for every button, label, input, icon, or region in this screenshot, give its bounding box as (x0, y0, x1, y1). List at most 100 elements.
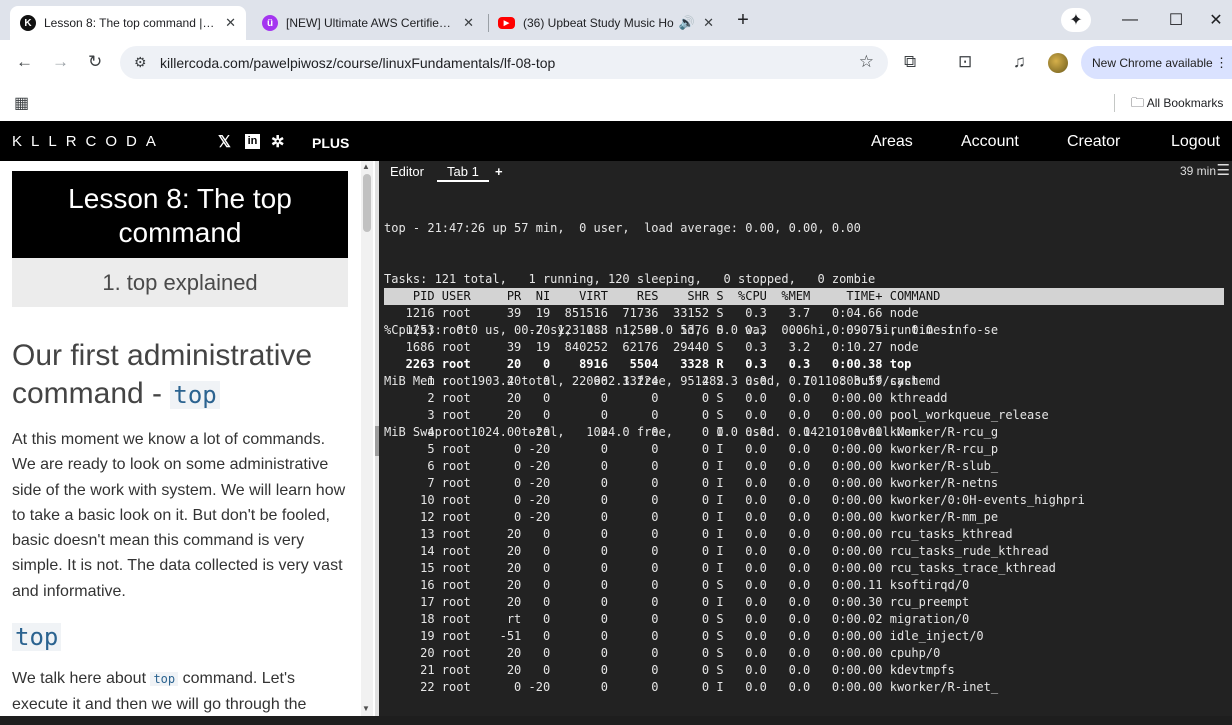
process-row: 1216 root 39 19 851516 71736 33152 S 0.3… (384, 306, 919, 320)
kebab-menu-icon[interactable]: ⋮ (1215, 55, 1228, 71)
udemy-icon: ü (262, 15, 278, 31)
para2-prefix: We talk here about (12, 670, 151, 687)
intro-paragraph: At this moment we know a lot of commands… (12, 431, 346, 600)
tab-title: (36) Upbeat Study Music Ho (523, 16, 674, 30)
audio-icon[interactable]: 🔊 (679, 15, 695, 31)
url-text[interactable]: killercoda.com/pawelpiwosz/course/linuxF… (160, 55, 555, 71)
minimize-icon[interactable]: — (1120, 8, 1140, 32)
process-row: 17 root 20 0 0 0 0 I 0.0 0.0 0:00.30 rcu… (384, 595, 970, 609)
process-table-header: PID USER PR NI VIRT RES SHR S %CPU %MEM … (384, 288, 1224, 305)
killercoda-icon: K (20, 15, 36, 31)
close-window-icon[interactable]: ✕ (1206, 8, 1226, 32)
profile-avatar[interactable] (1048, 53, 1068, 73)
bookmark-star-icon[interactable]: ☆ (859, 52, 874, 72)
process-row: 2263 root 20 0 8916 5504 3328 R 0.3 0.3 … (384, 357, 912, 371)
process-row: 14 root 20 0 0 0 0 I 0.0 0.0 0:00.00 rcu… (384, 544, 1049, 558)
killercoda-logo[interactable]: KLLRCODA (12, 133, 165, 150)
search-tabs-icon[interactable]: ⊡ (958, 52, 972, 72)
close-tab-icon[interactable]: ✕ (225, 15, 236, 31)
close-tab-icon[interactable]: ✕ (703, 15, 714, 31)
new-tab-button[interactable]: + (733, 8, 753, 32)
process-row: 4 root 0 -20 0 0 0 I 0.0 0.0 0:00.00 kwo… (384, 425, 999, 439)
extensions-icon[interactable]: ⧉ (904, 52, 916, 72)
process-row: 15 root 20 0 0 0 0 I 0.0 0.0 0:00.00 rcu… (384, 561, 1056, 575)
browser-tab-youtube[interactable]: ▶ (36) Upbeat Study Music Ho 🔊 ✕ (488, 6, 724, 40)
scroll-up-arrow-icon[interactable]: ▲ (362, 162, 370, 171)
process-row: 20 root 20 0 0 0 0 S 0.0 0.0 0:00.00 cpu… (384, 646, 941, 660)
summary-line: Tasks: 121 total, 1 running, 120 sleepin… (384, 272, 876, 286)
lesson-title: Lesson 8: The top command (12, 171, 348, 258)
process-row: 12 root 0 -20 0 0 0 I 0.0 0.0 0:00.00 kw… (384, 510, 999, 524)
all-bookmarks-button[interactable]: 🗀 All Bookmarks (1131, 94, 1223, 116)
hamburger-menu-icon[interactable]: ☰ (1217, 161, 1230, 179)
lesson-scrollbar[interactable] (361, 161, 373, 716)
tab-editor[interactable]: Editor (390, 164, 424, 179)
maximize-icon[interactable]: ☐ (1166, 8, 1186, 32)
browser-tab-strip: K Lesson 8: The top command | Pa ✕ ü [NE… (0, 0, 1232, 40)
heading-text: Our first administrative command - (12, 339, 313, 410)
forward-icon[interactable]: → (52, 52, 69, 72)
process-row: 5 root 0 -20 0 0 0 I 0.0 0.0 0:00.00 kwo… (384, 442, 999, 456)
browser-tab-udemy[interactable]: ü [NEW] Ultimate AWS Certified C ✕ (252, 6, 484, 40)
process-row: 1 root 20 0 22096 13224 9512 S 0.0 0.7 0… (384, 374, 941, 388)
slack-icon[interactable]: ✲ (271, 132, 284, 152)
tab-title: Lesson 8: The top command | Pa (44, 16, 218, 30)
tab-title: [NEW] Ultimate AWS Certified C (286, 16, 456, 30)
process-row: 22 root 0 -20 0 0 0 I 0.0 0.0 0:00.00 kw… (384, 680, 999, 694)
nav-logout[interactable]: Logout (1171, 133, 1220, 151)
reload-icon[interactable]: ↻ (88, 52, 102, 72)
media-controls-icon[interactable]: ♫ (1013, 52, 1026, 72)
address-bar[interactable]: ⚙ killercoda.com/pawelpiwosz/course/linu… (120, 46, 888, 79)
process-row: 2 root 20 0 0 0 0 S 0.0 0.0 0:00.00 kthr… (384, 391, 948, 405)
close-tab-icon[interactable]: ✕ (463, 15, 474, 31)
site-header: KLLRCODA 𝕏 in ✲ PLUS Areas Account Creat… (0, 121, 1232, 161)
step-title: 1. top explained (12, 258, 348, 307)
plus-link[interactable]: PLUS (312, 135, 349, 151)
site-info-icon[interactable]: ⚙ (134, 54, 147, 71)
terminal-tabs: Editor Tab 1 + 39 min ☰ (379, 161, 1232, 182)
all-bookmarks-label: All Bookmarks (1146, 96, 1224, 110)
second-paragraph: We talk here about top command. Let's ex… (12, 666, 352, 717)
process-row: 1686 root 39 19 840252 62176 29440 S 0.3… (384, 340, 919, 354)
process-row: 16 root 20 0 0 0 0 S 0.0 0.0 0:00.11 kso… (384, 578, 970, 592)
terminal-panel[interactable]: Editor Tab 1 + 39 min ☰ top - 21:47:26 u… (379, 161, 1232, 716)
nav-account[interactable]: Account (961, 133, 1019, 151)
new-chrome-label: New Chrome available (1092, 56, 1213, 70)
process-row: 21 root 20 0 0 0 0 S 0.0 0.0 0:00.00 kde… (384, 663, 955, 677)
lesson-scrollbar-thumb[interactable] (363, 174, 371, 232)
process-row: 1253 root 0 -20 1231188 12568 5376 S 0.3… (384, 323, 999, 337)
gemini-icon[interactable]: ✦ (1061, 8, 1091, 32)
browser-tab-lesson[interactable]: K Lesson 8: The top command | Pa ✕ (10, 6, 246, 40)
process-row: 19 root -51 0 0 0 0 S 0.0 0.0 0:00.00 id… (384, 629, 984, 643)
process-row: 6 root 0 -20 0 0 0 I 0.0 0.0 0:00.00 kwo… (384, 459, 999, 473)
nav-creator[interactable]: Creator (1067, 133, 1120, 151)
tab-tab1[interactable]: Tab 1 (437, 164, 489, 182)
process-row: 3 root 20 0 0 0 0 S 0.0 0.0 0:00.00 pool… (384, 408, 1049, 422)
add-tab-button[interactable]: + (495, 164, 503, 179)
bookmarks-separator (1114, 94, 1115, 112)
process-table: 1216 root 39 19 851516 71736 33152 S 0.3… (384, 305, 1085, 696)
linkedin-icon[interactable]: in (245, 134, 260, 149)
process-row: 18 root rt 0 0 0 0 S 0.0 0.0 0:00.02 mig… (384, 612, 970, 626)
scroll-down-arrow-icon[interactable]: ▼ (362, 704, 370, 713)
back-icon[interactable]: ← (16, 52, 33, 72)
new-chrome-available-button[interactable]: New Chrome available ⋮ (1081, 46, 1232, 79)
subheading-code[interactable]: top (12, 623, 62, 651)
subheading: top (12, 623, 62, 651)
heading-code[interactable]: top (170, 381, 220, 409)
nav-areas[interactable]: Areas (871, 133, 913, 151)
taskbar-edge (0, 716, 1232, 725)
lesson-panel: Lesson 8: The top command 1. top explain… (0, 161, 375, 725)
summary-line: top - 21:47:26 up 57 min, 0 user, load a… (384, 221, 861, 235)
process-row: 10 root 0 -20 0 0 0 I 0.0 0.0 0:00.00 kw… (384, 493, 1085, 507)
folder-icon: 🗀 (1131, 95, 1145, 110)
session-timer: 39 min (1179, 164, 1216, 178)
bookmarks-bar: ▦ 🗀 All Bookmarks (0, 85, 1232, 121)
apps-grid-icon[interactable]: ▦ (14, 93, 29, 113)
x-icon[interactable]: 𝕏 (218, 132, 231, 152)
section-heading: Our first administrative command - top (12, 337, 358, 414)
process-row: 7 root 0 -20 0 0 0 I 0.0 0.0 0:00.00 kwo… (384, 476, 999, 490)
inline-code[interactable]: top (150, 672, 179, 686)
process-row: 13 root 20 0 0 0 0 I 0.0 0.0 0:00.00 rcu… (384, 527, 1013, 541)
youtube-icon: ▶ (498, 17, 515, 29)
